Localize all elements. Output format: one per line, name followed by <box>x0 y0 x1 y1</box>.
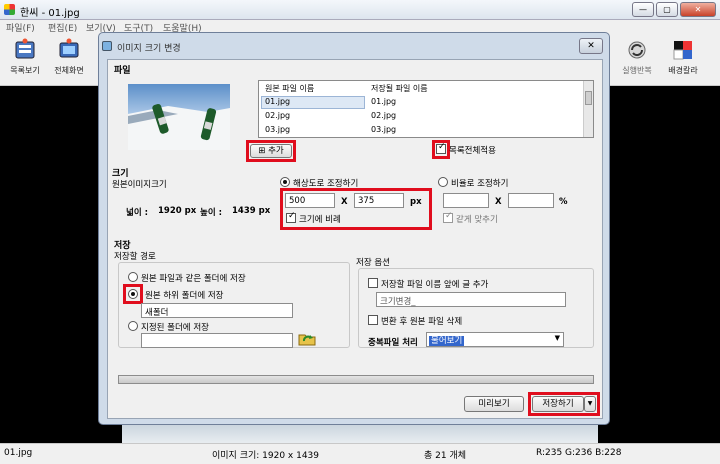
add-file-button[interactable]: ⊞ 추가 <box>250 144 292 158</box>
prefix-label: 저장할 파일 이름 앞에 글 추가 <box>381 280 489 290</box>
same-folder-radio[interactable] <box>128 272 138 282</box>
file-original-1[interactable]: 01.jpg <box>265 97 290 106</box>
ratio-x-label: X <box>495 197 502 207</box>
close-button[interactable]: ✕ <box>680 2 716 17</box>
same-ratio-checkbox[interactable] <box>443 211 453 223</box>
file-section-title: 파일 <box>114 66 131 76</box>
dialog-icon <box>102 41 112 51</box>
keep-ratio-label: 크기에 비례 <box>299 215 341 225</box>
same-ratio-label: 같게 맞추기 <box>456 215 498 225</box>
res-height-input[interactable]: 375 <box>354 193 404 208</box>
list-view-icon <box>15 38 35 59</box>
custom-folder-radio[interactable] <box>128 321 138 331</box>
ratio-unit-label: % <box>559 197 568 207</box>
background-color-label: 배경칼라 <box>668 66 698 75</box>
res-unit-label: px <box>410 197 422 207</box>
save-button[interactable]: 저장하기 <box>532 396 584 412</box>
height-label: 높이 : <box>200 208 222 218</box>
file-saved-3[interactable]: 03.jpg <box>371 125 396 134</box>
sub-folder-name-input[interactable]: 새폴더 <box>141 303 293 318</box>
status-file: 01.jpg <box>4 448 33 458</box>
ratio-height-input[interactable] <box>508 193 554 208</box>
file-list[interactable]: 원본 파일 이름 저장될 파일 이름 01.jpg 01.jpg 02.jpg … <box>258 80 594 138</box>
file-original-2[interactable]: 02.jpg <box>265 111 290 120</box>
col-original-name: 원본 파일 이름 <box>265 84 315 93</box>
ratio-radio[interactable] <box>438 177 448 187</box>
file-original-3[interactable]: 03.jpg <box>265 125 290 134</box>
apply-all-checkbox[interactable] <box>436 142 446 154</box>
preview-button[interactable]: 미리보기 <box>464 396 524 412</box>
app-icon <box>4 4 15 15</box>
sub-folder-label: 원본 하위 폴더에 저장 <box>145 291 224 301</box>
fullscreen-label: 전체화면 <box>54 66 84 75</box>
fullscreen-icon <box>59 38 79 58</box>
resolution-radio[interactable] <box>280 177 290 187</box>
prefix-input[interactable]: 크기변경_ <box>376 292 566 307</box>
repeat-icon <box>628 41 646 59</box>
duplicate-handling-label: 중복파일 처리 <box>368 338 418 348</box>
save-path-label: 저장할 경로 <box>114 252 156 262</box>
prefix-checkbox[interactable] <box>368 278 378 288</box>
status-color: R:235 G:236 B:228 <box>536 448 622 458</box>
apply-all-label: 목록전체적용 <box>449 146 496 156</box>
chevron-down-icon: ▼ <box>554 334 560 342</box>
add-button-label: 추가 <box>268 146 284 156</box>
keep-ratio-checkbox[interactable] <box>286 211 296 223</box>
width-value: 1920 px <box>158 206 197 216</box>
res-width-input[interactable]: 500 <box>285 193 335 208</box>
progress-bar <box>118 375 594 384</box>
menu-file[interactable]: 파일(F) <box>6 21 35 34</box>
image-thumbnail <box>128 84 230 150</box>
height-value: 1439 px <box>232 206 271 216</box>
maximize-button[interactable]: ▢ <box>656 2 678 17</box>
minimize-button[interactable]: — <box>632 2 654 17</box>
sub-folder-radio[interactable] <box>128 289 138 299</box>
repeat-button[interactable]: 실행반복 <box>614 38 660 76</box>
repeat-label: 실행반복 <box>622 66 652 75</box>
folder-browse-icon[interactable] <box>298 332 316 346</box>
custom-folder-input[interactable] <box>141 333 293 348</box>
list-view-button[interactable]: 목록보기 <box>2 38 48 76</box>
status-count: 총 21 개체 <box>424 451 467 461</box>
background-color-button[interactable]: 배경칼라 <box>660 38 706 76</box>
file-saved-1[interactable]: 01.jpg <box>371 97 396 106</box>
image-preview-strip <box>122 424 598 443</box>
menu-edit[interactable]: 편집(E) <box>48 21 77 34</box>
original-size-label: 원본이미지크기 <box>112 180 167 190</box>
status-bar: 01.jpg 이미지 크기: 1920 x 1439 총 21 개체 R:235… <box>0 443 720 464</box>
resize-dialog: 이미지 크기 변경 ✕ 파일 원본 파일 이름 저장될 파일 이름 01.jpg… <box>98 32 610 425</box>
duplicate-handling-value: 물어보기 <box>429 336 465 346</box>
save-dropdown-button[interactable]: ▼ <box>584 396 596 412</box>
file-saved-2[interactable]: 02.jpg <box>371 111 396 120</box>
duplicate-handling-select[interactable]: 물어보기 ▼ <box>426 332 564 347</box>
status-image-size: 이미지 크기: 1920 x 1439 <box>212 451 320 461</box>
dialog-close-button[interactable]: ✕ <box>579 38 603 54</box>
background-color-icon <box>673 41 692 60</box>
list-view-label: 목록보기 <box>10 66 40 75</box>
window-title: 한씨 - 01.jpg <box>20 8 80 19</box>
dialog-title: 이미지 크기 변경 <box>117 44 181 54</box>
save-options-label: 저장 옵션 <box>356 258 390 268</box>
width-label: 넓이 : <box>126 208 148 218</box>
delete-original-label: 변환 후 원본 파일 삭제 <box>381 317 463 327</box>
same-folder-label: 원본 파일과 같은 폴더에 저장 <box>141 274 246 284</box>
window-title-bar: 한씨 - 01.jpg — ▢ ✕ <box>0 0 720 20</box>
plus-icon: ⊞ <box>258 146 269 156</box>
res-x-label: X <box>341 197 348 207</box>
ratio-option-label: 비율로 조정하기 <box>451 179 509 189</box>
dialog-body: 파일 원본 파일 이름 저장될 파일 이름 01.jpg 01.jpg 02.j… <box>107 59 603 419</box>
file-list-scrollbar[interactable] <box>583 81 593 137</box>
col-saved-name: 저장될 파일 이름 <box>371 84 428 93</box>
fullscreen-button[interactable]: 전체화면 <box>46 38 92 76</box>
delete-original-checkbox[interactable] <box>368 315 378 325</box>
ratio-width-input[interactable] <box>443 193 489 208</box>
custom-folder-label: 지정된 폴더에 저장 <box>141 323 209 333</box>
